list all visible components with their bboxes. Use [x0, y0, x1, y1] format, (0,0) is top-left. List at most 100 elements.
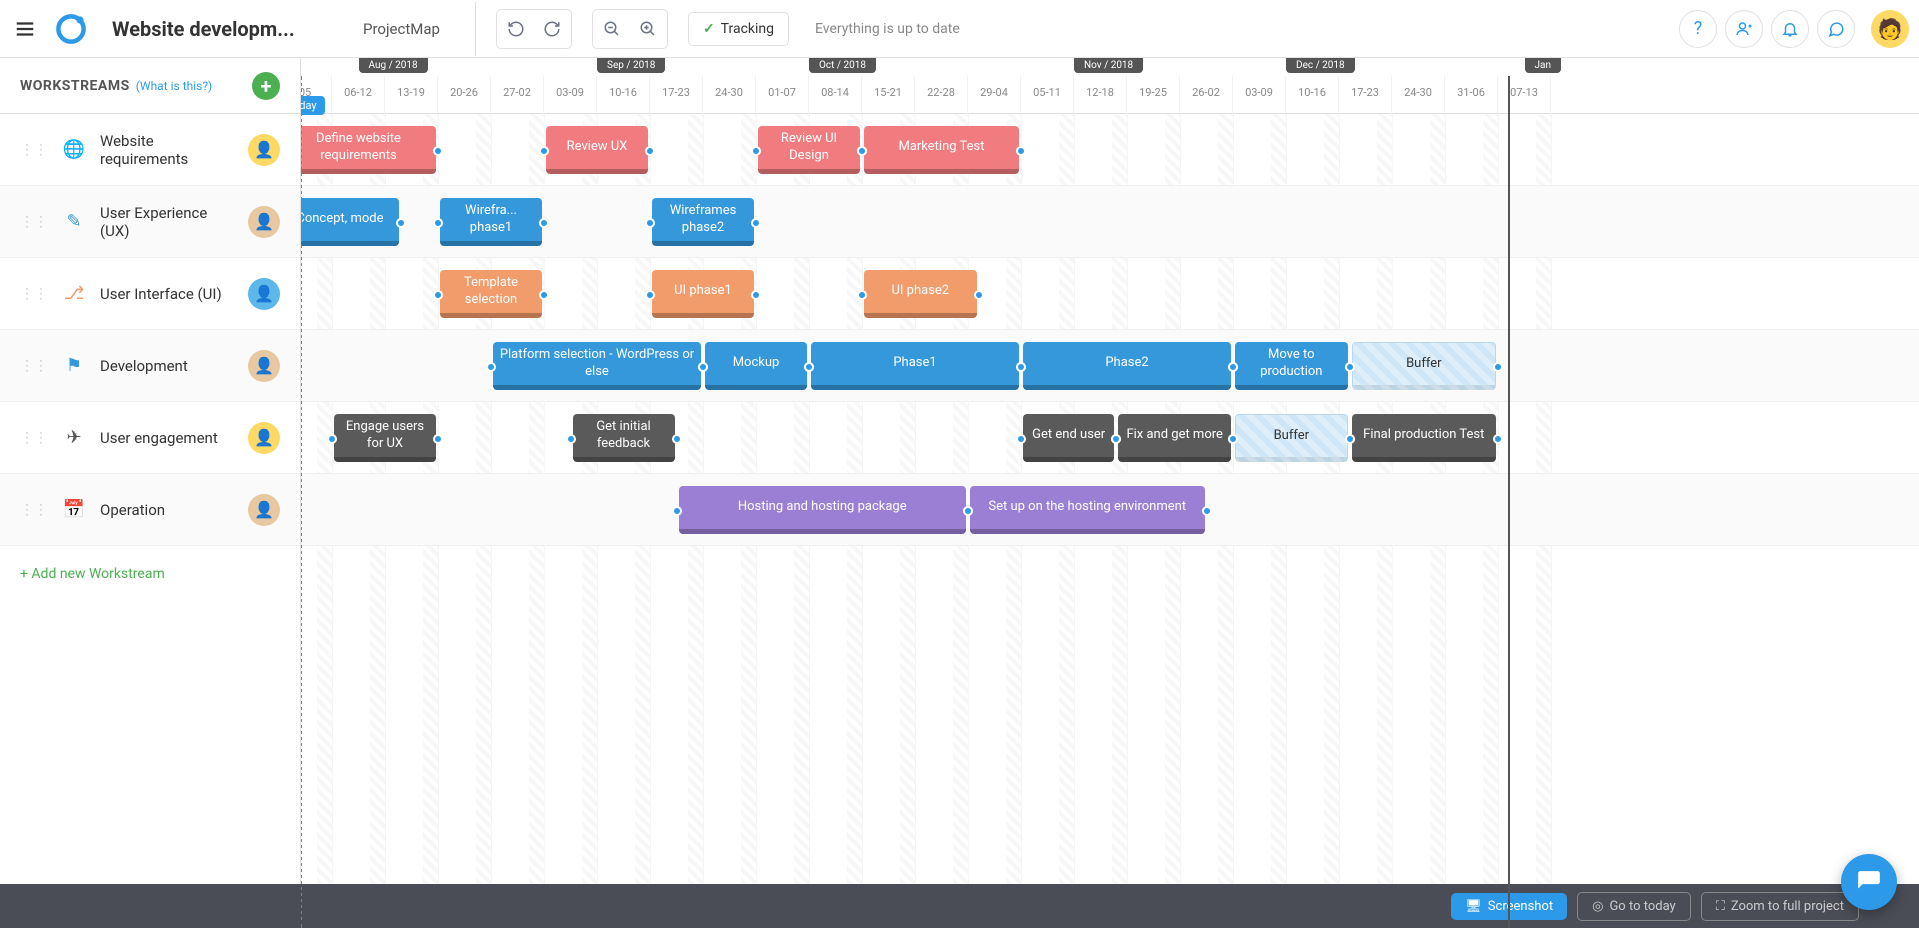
task-bar[interactable]: Concept, mode [301, 198, 399, 246]
task-connector-dot[interactable] [672, 506, 682, 516]
add-new-workstream-link[interactable]: + Add new Workstream [0, 546, 300, 602]
drag-handle-icon[interactable]: ⋮⋮ [20, 430, 48, 446]
task-connector-dot[interactable] [1202, 506, 1212, 516]
task-bar[interactable]: Get initial feedback [573, 414, 675, 462]
task-bar[interactable]: Review UX [546, 126, 648, 174]
task-bar[interactable]: Phase2 [1023, 342, 1231, 390]
task-connector-dot[interactable] [645, 218, 655, 228]
task-bar[interactable]: Phase1 [811, 342, 1019, 390]
zoom-out-button[interactable] [596, 13, 628, 45]
workstream-owner-avatar[interactable]: 👤 [248, 494, 280, 526]
task-connector-dot[interactable] [433, 146, 443, 156]
task-connector-dot[interactable] [1016, 362, 1026, 372]
task-connector-dot[interactable] [751, 146, 761, 156]
drag-handle-icon[interactable]: ⋮⋮ [20, 214, 48, 230]
task-connector-dot[interactable] [1228, 434, 1238, 444]
task-bar[interactable]: Buffer [1352, 342, 1496, 390]
task-connector-dot[interactable] [433, 434, 443, 444]
task-bar[interactable]: Platform selection - WordPress or else [493, 342, 701, 390]
workstreams-hint-link[interactable]: (What is this?) [136, 79, 212, 93]
task-bar[interactable]: Wirefra... phase1 [440, 198, 542, 246]
go-to-today-button[interactable]: ◎ Go to today [1577, 892, 1691, 921]
task-connector-dot[interactable] [539, 290, 549, 300]
zoom-in-button[interactable] [632, 13, 664, 45]
workstream-row[interactable]: ⋮⋮ ✈ User engagement 👤 [0, 402, 300, 474]
task-connector-dot[interactable] [751, 290, 761, 300]
drag-handle-icon[interactable]: ⋮⋮ [20, 502, 48, 518]
task-connector-dot[interactable] [645, 146, 655, 156]
workstream-owner-avatar[interactable]: 👤 [248, 206, 280, 238]
task-connector-dot[interactable] [698, 362, 708, 372]
task-connector-dot[interactable] [857, 146, 867, 156]
drag-handle-icon[interactable]: ⋮⋮ [20, 358, 48, 374]
task-bar[interactable]: Set up on the hosting environment [970, 486, 1205, 534]
workstream-owner-avatar[interactable]: 👤 [248, 134, 280, 166]
task-bar[interactable]: Marketing Test [864, 126, 1019, 174]
task-bar[interactable]: UI phase1 [652, 270, 754, 318]
tracking-button[interactable]: ✓ Tracking [688, 12, 789, 46]
hamburger-menu[interactable] [10, 14, 40, 44]
task-bar[interactable]: Mockup [705, 342, 807, 390]
task-bar[interactable]: Template selection [440, 270, 542, 318]
task-connector-dot[interactable] [1345, 362, 1355, 372]
task-connector-dot[interactable] [539, 218, 549, 228]
user-avatar[interactable]: 🧑 [1871, 10, 1909, 48]
task-connector-dot[interactable] [974, 290, 984, 300]
task-bar[interactable]: Final production Test [1352, 414, 1496, 462]
workstream-row[interactable]: ⋮⋮ ✎ User Experience (UX) 👤 [0, 186, 300, 258]
workstream-row[interactable]: ⋮⋮ ⎇ User Interface (UI) 👤 [0, 258, 300, 330]
drag-handle-icon[interactable]: ⋮⋮ [20, 286, 48, 302]
task-connector-dot[interactable] [857, 290, 867, 300]
workstream-owner-avatar[interactable]: 👤 [248, 422, 280, 454]
task-bar[interactable]: Define website requirements [301, 126, 436, 174]
app-logo-icon[interactable] [53, 11, 89, 47]
drag-handle-icon[interactable]: ⋮⋮ [20, 142, 48, 158]
workstream-row[interactable]: ⋮⋮ 📅 Operation 👤 [0, 474, 300, 546]
zoom-full-project-button[interactable]: ⛶ Zoom to full project [1701, 892, 1859, 921]
task-connector-dot[interactable] [751, 218, 761, 228]
task-connector-dot[interactable] [1345, 434, 1355, 444]
task-connector-dot[interactable] [963, 506, 973, 516]
task-connector-dot[interactable] [672, 434, 682, 444]
task-connector-dot[interactable] [804, 362, 814, 372]
project-title[interactable]: Website developm... [112, 17, 302, 41]
top-toolbar: Website developm... ProjectMap ✓ Trackin… [0, 0, 1919, 58]
redo-button[interactable] [536, 13, 568, 45]
task-connector-dot[interactable] [1493, 362, 1503, 372]
workstream-row[interactable]: ⋮⋮ ⚑ Development 👤 [0, 330, 300, 402]
help-button[interactable]: ? [1679, 10, 1717, 48]
task-connector-dot[interactable] [1016, 146, 1026, 156]
task-bar[interactable]: Move to production [1235, 342, 1348, 390]
task-bar[interactable]: Hosting and hosting package [679, 486, 967, 534]
chat-fab[interactable] [1841, 854, 1897, 910]
task-bar[interactable]: Fix and get more [1118, 414, 1231, 462]
task-connector-dot[interactable] [566, 434, 576, 444]
add-workstream-button[interactable]: + [252, 72, 280, 100]
task-bar[interactable]: Buffer [1235, 414, 1348, 462]
task-connector-dot[interactable] [433, 218, 443, 228]
task-bar[interactable]: Engage users for UX [334, 414, 436, 462]
undo-button[interactable] [500, 13, 532, 45]
chat-button[interactable] [1817, 10, 1855, 48]
task-bar[interactable]: Wireframes phase2 [652, 198, 754, 246]
workstream-owner-avatar[interactable]: 👤 [248, 278, 280, 310]
task-bar[interactable]: Review UI Design [758, 126, 860, 174]
workstream-icon: 🌐 [62, 138, 86, 162]
workstream-owner-avatar[interactable]: 👤 [248, 350, 280, 382]
task-connector-dot[interactable] [433, 290, 443, 300]
task-connector-dot[interactable] [327, 434, 337, 444]
task-connector-dot[interactable] [1016, 434, 1026, 444]
task-connector-dot[interactable] [645, 290, 655, 300]
task-bar[interactable]: UI phase2 [864, 270, 977, 318]
task-connector-dot[interactable] [486, 362, 496, 372]
task-connector-dot[interactable] [1228, 362, 1238, 372]
notifications-button[interactable] [1771, 10, 1809, 48]
task-connector-dot[interactable] [539, 146, 549, 156]
task-connector-dot[interactable] [396, 218, 406, 228]
tab-projectmap[interactable]: ProjectMap [328, 2, 476, 56]
task-connector-dot[interactable] [1493, 434, 1503, 444]
timeline-panel[interactable]: Aug / 2018Sep / 2018Oct / 2018Nov / 2018… [301, 58, 1919, 928]
task-bar[interactable]: Get end user [1023, 414, 1114, 462]
workstream-row[interactable]: ⋮⋮ 🌐 Website requirements 👤 [0, 114, 300, 186]
invite-user-button[interactable] [1725, 10, 1763, 48]
